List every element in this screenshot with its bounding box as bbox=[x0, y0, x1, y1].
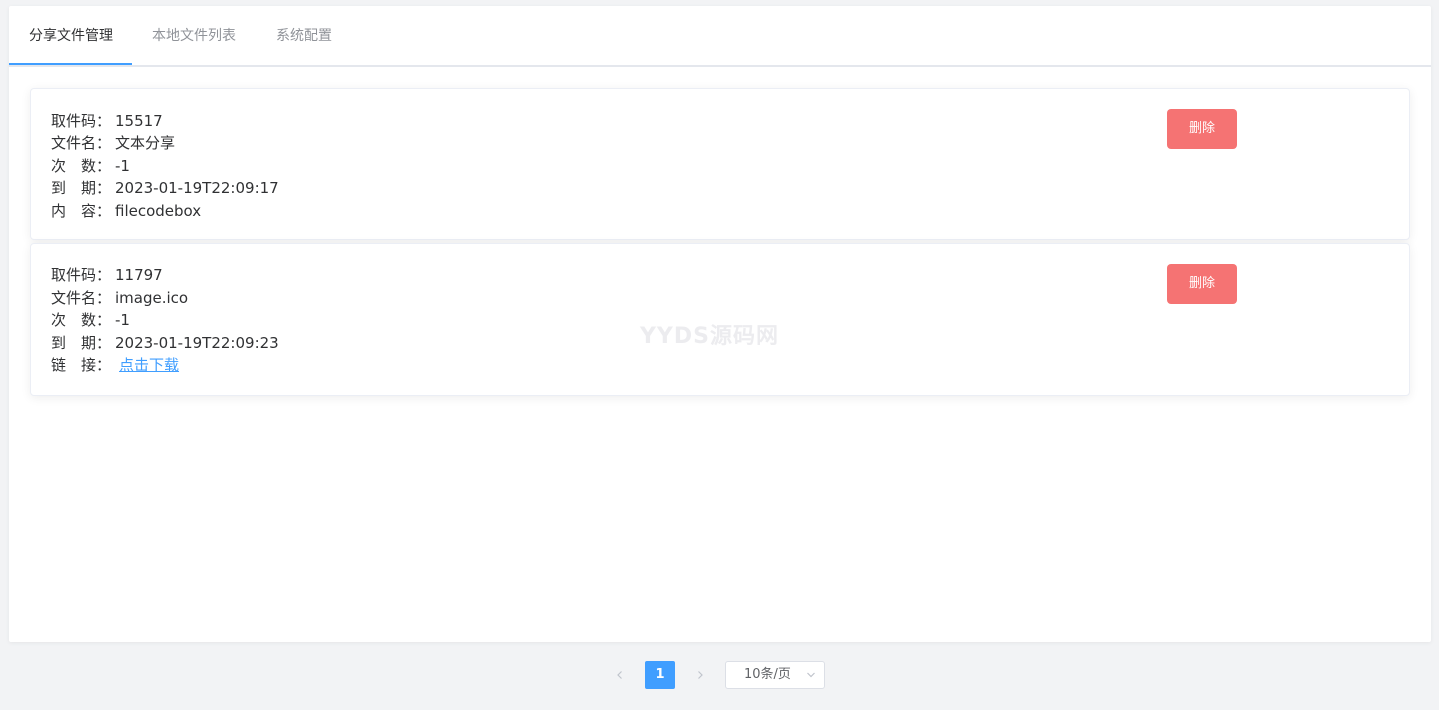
tab-share-management[interactable]: 分享文件管理 bbox=[29, 6, 113, 67]
expire-label: 到 期： bbox=[51, 179, 112, 197]
code-row: 取件码： 11797 bbox=[51, 264, 163, 286]
content-value: filecodebox bbox=[115, 202, 202, 220]
chevron-down-icon bbox=[806, 662, 816, 699]
active-tab-indicator bbox=[9, 63, 132, 65]
expire-value: 2023-01-19T22:09:17 bbox=[115, 179, 279, 197]
content-label: 内 容： bbox=[51, 202, 112, 220]
code-value: 15517 bbox=[115, 112, 163, 130]
filename-label: 文件名： bbox=[51, 134, 112, 152]
expire-row: 到 期： 2023-01-19T22:09:23 bbox=[51, 332, 279, 354]
code-label: 取件码： bbox=[51, 266, 112, 284]
tab-system-config[interactable]: 系统配置 bbox=[276, 6, 332, 67]
page-number-current[interactable]: 1 bbox=[645, 661, 675, 689]
chevron-left-icon[interactable] bbox=[605, 661, 635, 689]
expire-value: 2023-01-19T22:09:23 bbox=[115, 334, 279, 352]
link-label: 链 接： bbox=[51, 356, 112, 374]
tab-local-files[interactable]: 本地文件列表 bbox=[152, 6, 236, 67]
code-row: 取件码： 15517 bbox=[51, 110, 163, 132]
delete-button[interactable]: 删除 bbox=[1167, 264, 1237, 304]
page-size-select[interactable]: 10条/页 bbox=[725, 661, 825, 689]
count-row: 次 数： -1 bbox=[51, 309, 130, 331]
count-value: -1 bbox=[115, 157, 130, 175]
download-link[interactable]: 点击下载 bbox=[119, 356, 179, 374]
chevron-right-icon[interactable] bbox=[685, 661, 715, 689]
code-label: 取件码： bbox=[51, 112, 112, 130]
count-row: 次 数： -1 bbox=[51, 155, 130, 177]
delete-button[interactable]: 删除 bbox=[1167, 109, 1237, 149]
count-label: 次 数： bbox=[51, 157, 112, 175]
share-card: 取件码： 15517 文件名： 文本分享 次 数： -1 到 期： 2023-01-19… bbox=[30, 88, 1410, 240]
filename-value: image.ico bbox=[115, 289, 189, 307]
filename-value: 文本分享 bbox=[115, 134, 176, 152]
tab-bar: 分享文件管理 本地文件列表 系统配置 bbox=[9, 6, 1431, 67]
count-value: -1 bbox=[115, 311, 130, 329]
content-row: 内 容： filecodebox bbox=[51, 200, 201, 222]
filename-row: 文件名： 文本分享 bbox=[51, 132, 175, 154]
filename-label: 文件名： bbox=[51, 289, 112, 307]
code-value: 11797 bbox=[115, 266, 163, 284]
link-row: 链 接： 点击下载 bbox=[51, 354, 179, 376]
filename-row: 文件名： image.ico bbox=[51, 287, 188, 309]
expire-label: 到 期： bbox=[51, 334, 112, 352]
count-label: 次 数： bbox=[51, 311, 112, 329]
expire-row: 到 期： 2023-01-19T22:09:17 bbox=[51, 177, 279, 199]
watermark: YYDS源码网 bbox=[640, 324, 779, 349]
page-size-value: 10条/页 bbox=[744, 667, 791, 682]
